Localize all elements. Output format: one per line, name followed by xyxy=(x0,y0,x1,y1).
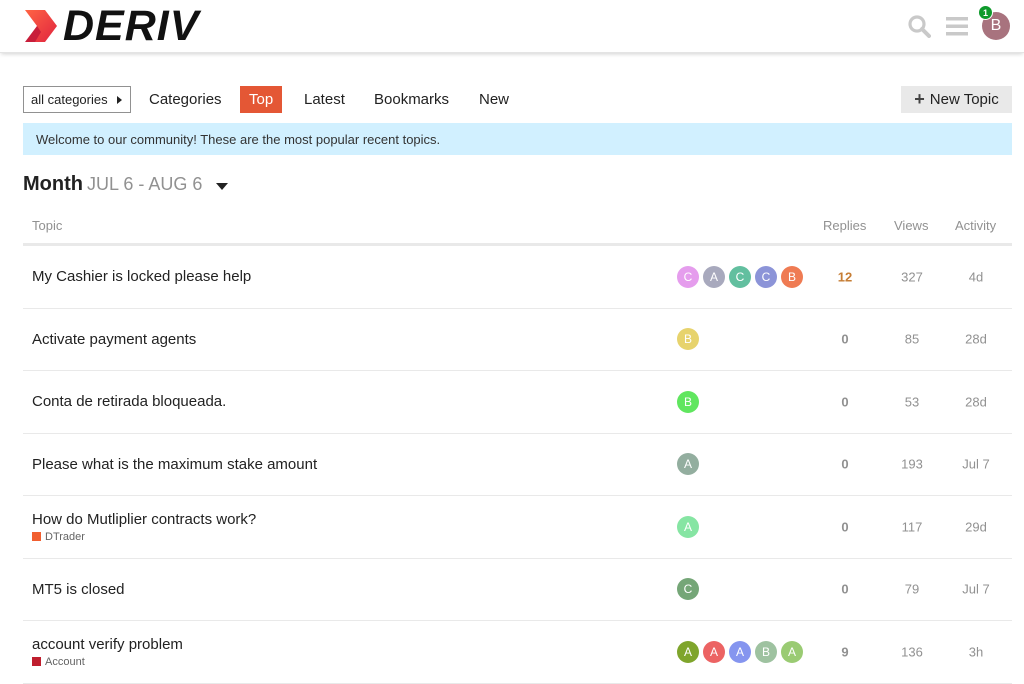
caret-right-icon xyxy=(116,95,122,104)
poster-avatar[interactable]: B xyxy=(677,390,699,413)
deriv-logo[interactable]: DERIV xyxy=(23,2,200,50)
nav-new[interactable]: New xyxy=(470,86,518,113)
view-count: 327 xyxy=(901,269,923,285)
header-views[interactable]: Views xyxy=(894,218,928,233)
poster-avatar[interactable]: A xyxy=(703,640,725,663)
activity-time[interactable]: 3h xyxy=(943,644,1009,659)
poster-avatar[interactable]: B xyxy=(755,640,777,663)
hamburger-menu-icon[interactable] xyxy=(944,13,970,39)
activity-time[interactable]: Jul 7 xyxy=(943,457,1009,472)
activity-time[interactable]: 4d xyxy=(943,269,1009,284)
welcome-banner: Welcome to our community! These are the … xyxy=(23,123,1012,155)
category-color-swatch xyxy=(32,657,41,667)
topic-category[interactable]: DTrader xyxy=(32,531,256,543)
reply-count[interactable]: 0 xyxy=(805,519,885,534)
poster-avatars: CACCB xyxy=(677,265,803,288)
view-count: 136 xyxy=(901,644,923,660)
topic-title-link[interactable]: Conta de retirada bloqueada. xyxy=(32,393,226,410)
header-topic[interactable]: Topic xyxy=(32,218,62,233)
reply-count[interactable]: 9 xyxy=(805,644,885,659)
reply-count[interactable]: 0 xyxy=(805,332,885,347)
view-count: 53 xyxy=(904,394,920,410)
activity-time[interactable]: 28d xyxy=(943,332,1009,347)
user-initial: B xyxy=(990,17,1002,34)
topic-title-link[interactable]: Activate payment agents xyxy=(32,331,196,348)
topic-row[interactable]: account verify problem Account A A A B A 9 136 3h xyxy=(23,621,1012,684)
poster-avatar[interactable]: A xyxy=(677,453,699,476)
caret-down-icon[interactable] xyxy=(216,182,229,190)
reply-count[interactable]: 0 xyxy=(805,394,885,409)
topic-title-link[interactable]: MT5 is closed xyxy=(32,581,125,598)
topic-title-link[interactable]: Please what is the maximum stake amount xyxy=(32,456,317,473)
category-color-swatch xyxy=(32,532,41,542)
category-name: DTrader xyxy=(45,530,85,543)
poster-avatar[interactable]: B xyxy=(781,265,803,288)
poster-avatars: AAABA xyxy=(677,640,803,663)
poster-avatar[interactable]: B xyxy=(677,328,699,351)
topic-row[interactable]: How do Mutliplier contracts work? DTrader… xyxy=(23,496,1012,559)
notification-badge: 1 xyxy=(978,5,993,20)
activity-time[interactable]: 28d xyxy=(943,394,1009,409)
search-icon[interactable] xyxy=(906,13,932,39)
deriv-chevron-icon xyxy=(25,10,57,42)
new-topic-label: New Topic xyxy=(929,91,999,108)
poster-avatars: A xyxy=(677,453,699,476)
activity-time[interactable]: 29d xyxy=(943,519,1009,534)
reply-count[interactable]: 12 xyxy=(805,269,885,284)
topic-title-link[interactable]: My Cashier is locked please help xyxy=(32,268,251,285)
reply-count[interactable]: 0 xyxy=(805,582,885,597)
category-dropdown-label: all categories xyxy=(31,92,108,107)
topic-list: Topic Replies Views Activity My Cashier … xyxy=(23,209,1012,684)
topic-list-header: Topic Replies Views Activity xyxy=(23,209,1012,246)
poster-avatars: C xyxy=(677,578,699,601)
poster-avatars: B xyxy=(677,328,699,351)
poster-avatars: B xyxy=(677,390,699,413)
topic-row[interactable]: MT5 is closed C 0 79 Jul 7 xyxy=(23,559,1012,621)
poster-avatar[interactable]: C xyxy=(677,578,699,601)
user-avatar[interactable]: B 1 xyxy=(978,5,1010,40)
topic-title-link[interactable]: How do Mutliplier contracts work? xyxy=(32,511,256,528)
site-header: DERIV B 1 xyxy=(0,0,1024,53)
topic-row[interactable]: Please what is the maximum stake amount A… xyxy=(23,434,1012,496)
header-activity[interactable]: Activity xyxy=(955,218,996,233)
plus-icon: + xyxy=(914,88,925,109)
period-label: Month xyxy=(23,173,83,195)
poster-avatars: A xyxy=(677,515,699,538)
poster-avatar[interactable]: A xyxy=(703,265,725,288)
header-replies[interactable]: Replies xyxy=(823,218,866,233)
category-dropdown[interactable]: all categories xyxy=(23,86,131,113)
topic-row[interactable]: Conta de retirada bloqueada. B 0 53 28d xyxy=(23,371,1012,434)
reply-count[interactable]: 0 xyxy=(805,457,885,472)
poster-avatar[interactable]: C xyxy=(729,265,751,288)
poster-avatar[interactable]: A xyxy=(677,515,699,538)
topic-title-link[interactable]: account verify problem xyxy=(32,636,183,653)
poster-avatar[interactable]: A xyxy=(781,640,803,663)
view-count: 193 xyxy=(901,456,923,472)
activity-time[interactable]: Jul 7 xyxy=(943,582,1009,597)
topic-row[interactable]: My Cashier is locked please help C A C C B 12 3… xyxy=(23,246,1012,309)
view-count: 117 xyxy=(901,519,923,535)
poster-avatar[interactable]: C xyxy=(677,265,699,288)
nav-bookmarks[interactable]: Bookmarks xyxy=(365,86,458,113)
poster-avatar[interactable]: A xyxy=(677,640,699,663)
new-topic-button[interactable]: + New Topic xyxy=(901,86,1012,113)
period-range: JUL 6 - AUG 6 xyxy=(86,174,203,194)
period-selector[interactable]: Month JUL 6 - AUG 6 xyxy=(23,173,229,197)
view-count: 79 xyxy=(904,581,920,597)
brand-name: DERIV xyxy=(63,2,200,50)
poster-avatar[interactable]: C xyxy=(755,265,777,288)
topic-row[interactable]: Activate payment agents B 0 85 28d xyxy=(23,309,1012,371)
nav-latest[interactable]: Latest xyxy=(295,86,354,113)
poster-avatar[interactable]: A xyxy=(729,640,751,663)
nav-top[interactable]: Top xyxy=(240,86,283,113)
topic-navigation: all categories Categories Top Latest Boo… xyxy=(23,86,1012,113)
view-count: 85 xyxy=(904,331,920,347)
nav-categories[interactable]: Categories xyxy=(140,86,231,113)
